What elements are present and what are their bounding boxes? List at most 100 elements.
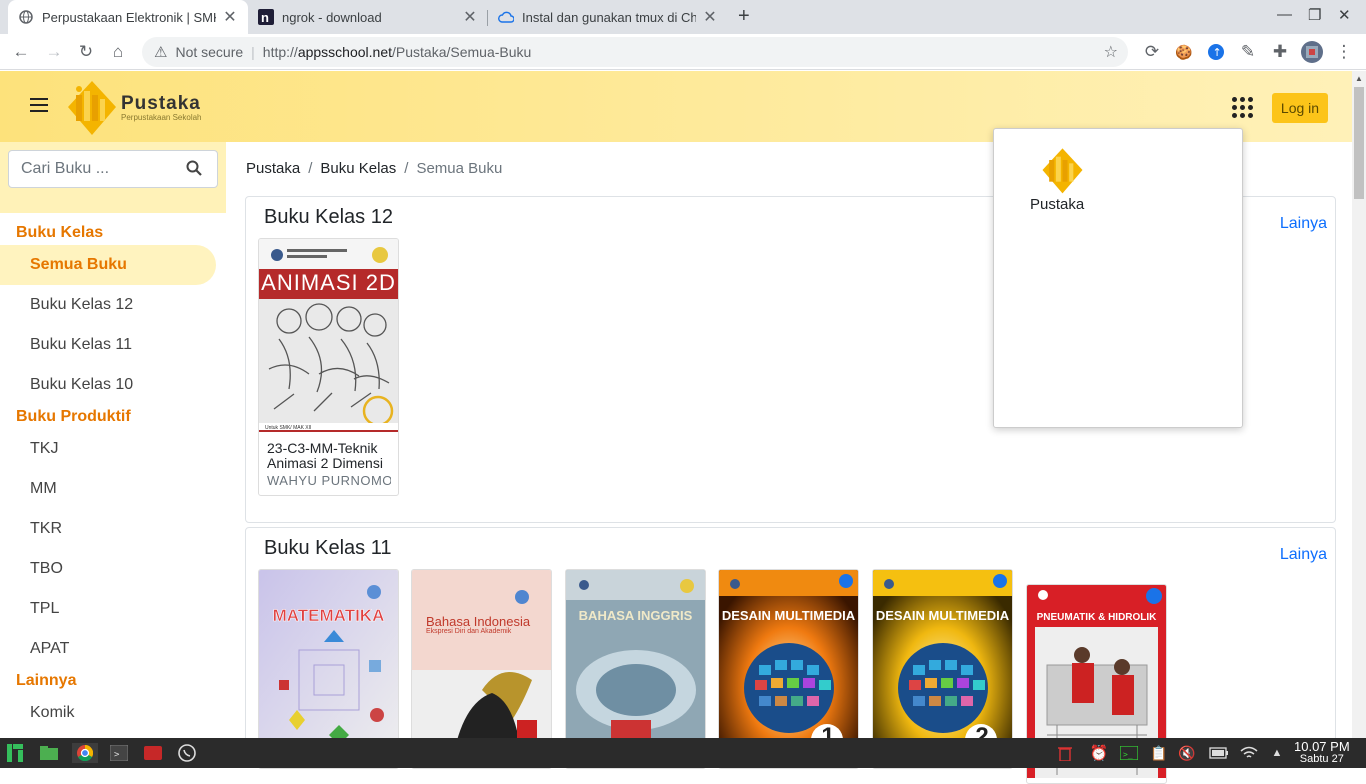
battery-icon[interactable]	[1208, 743, 1230, 763]
extension-blue-icon[interactable]: ↑	[1204, 40, 1228, 64]
sidebar: Cari Buku ... Buku Kelas Semua Buku Buku…	[0, 142, 226, 738]
search-icon[interactable]	[186, 160, 202, 181]
sidebar-item-buku-kelas-11[interactable]: Buku Kelas 11	[30, 336, 132, 354]
sidebar-item-semua-buku[interactable]: Semua Buku	[30, 256, 127, 274]
browser-tab-ngrok[interactable]: n ngrok - download ✕	[248, 0, 488, 34]
book-cover-title: DESAIN MULTIMEDIA	[721, 608, 856, 623]
cookie-icon[interactable]: 🍪	[1172, 40, 1196, 64]
clock-time: 10.07 PM	[1294, 739, 1350, 754]
apps-grid-icon[interactable]	[1232, 97, 1253, 118]
browser-tab-pustaka[interactable]: Perpustakaan Elektronik | SMK ✕	[8, 0, 248, 34]
security-label: Not secure	[175, 44, 244, 60]
sidebar-item-komik[interactable]: Komik	[30, 704, 74, 722]
taskbar-clock[interactable]: 10.07 PM Sabtu 27	[1294, 739, 1350, 765]
new-tab-button[interactable]: +	[738, 5, 750, 28]
menu-kebab-icon[interactable]: ⋮	[1332, 40, 1356, 64]
sidebar-search-area: Cari Buku ...	[0, 142, 226, 213]
eyedropper-icon[interactable]: ✎	[1236, 40, 1260, 64]
close-window-icon[interactable]: ✕	[1338, 6, 1351, 24]
pustaka-app-icon[interactable]	[1034, 145, 1086, 200]
wifi-icon[interactable]	[1238, 743, 1260, 763]
pustaka-logo[interactable]	[58, 77, 120, 137]
minimize-icon[interactable]: —	[1277, 6, 1292, 23]
sidebar-section-buku-kelas: Buku Kelas	[16, 224, 104, 241]
book-cover-title: PNEUMATIK & HIDROLIK	[1036, 612, 1157, 623]
apps-menu-item-pustaka[interactable]: Pustaka	[1030, 196, 1084, 213]
extensions-puzzle-icon[interactable]: ✚	[1268, 40, 1292, 64]
warning-icon[interactable]: ⚠	[154, 43, 167, 61]
globe-icon	[18, 9, 34, 25]
reload-icon[interactable]: ↻	[74, 40, 98, 64]
app-red-icon[interactable]	[142, 743, 164, 763]
sidebar-item-buku-kelas-12[interactable]: Buku Kelas 12	[30, 296, 133, 314]
book-cover[interactable]: BAHASA INGGRIS	[566, 570, 705, 763]
breadcrumb: Pustaka / Buku Kelas / Semua Buku	[246, 160, 503, 177]
book-card[interactable]: Untuk SMK/ MAK XII ANIMASI 2D 23-C3-MM-T…	[258, 238, 399, 496]
extension-sync-icon[interactable]: ⟳	[1140, 40, 1164, 64]
close-tab-icon[interactable]: ✕	[702, 7, 718, 27]
hamburger-menu-icon[interactable]	[30, 98, 48, 116]
login-button[interactable]: Log in	[1272, 93, 1328, 123]
cloud-icon	[498, 9, 514, 25]
clock-date: Sabtu 27	[1299, 753, 1344, 765]
forward-icon[interactable]: →	[42, 40, 66, 64]
breadcrumb-pustaka[interactable]: Pustaka	[246, 160, 300, 177]
alarm-icon[interactable]: ⏰	[1088, 743, 1110, 763]
chrome-taskbar-icon[interactable]	[72, 743, 98, 763]
svg-text:n: n	[261, 10, 269, 25]
tab-title: Instal dan gunakan tmux di Chr	[522, 9, 696, 25]
more-link[interactable]: Lainya	[1280, 215, 1327, 233]
book-cover-title: BAHASA INGGRIS	[578, 608, 693, 623]
book-cover[interactable]: Untuk SMK/ MAK XII ANIMASI 2D	[259, 239, 398, 432]
terminal-tray-icon[interactable]: >_	[1118, 743, 1140, 763]
clipboard-icon[interactable]: 📋	[1148, 743, 1170, 763]
more-link[interactable]: Lainya	[1280, 546, 1327, 564]
close-tab-icon[interactable]: ✕	[222, 7, 238, 27]
tray-expand-icon[interactable]: ▲	[1266, 743, 1288, 763]
sidebar-item-tpl[interactable]: TPL	[30, 600, 59, 618]
page-scrollbar[interactable]: ▲	[1352, 71, 1366, 738]
volume-muted-icon[interactable]: 🔇	[1176, 743, 1198, 763]
start-menu-icon[interactable]	[4, 743, 26, 763]
sidebar-item-tkj[interactable]: TKJ	[30, 440, 58, 458]
section-title: Buku Kelas 11	[264, 537, 392, 559]
profile-avatar[interactable]	[1300, 40, 1324, 64]
ngrok-icon: n	[258, 9, 274, 25]
book-cover[interactable]: DESAIN MULTIMEDIA 2	[873, 570, 1012, 763]
trash-icon[interactable]	[1054, 743, 1076, 763]
sidebar-item-tbo[interactable]: TBO	[30, 560, 63, 578]
url-path: /Pustaka/Semua-Buku	[392, 44, 532, 60]
scroll-up-icon[interactable]: ▲	[1355, 74, 1363, 83]
sidebar-item-buku-kelas-10[interactable]: Buku Kelas 10	[30, 376, 133, 394]
svg-text:Untuk SMK/ MAK XII: Untuk SMK/ MAK XII	[265, 425, 311, 431]
site-brand[interactable]: Pustaka	[121, 93, 201, 115]
close-tab-icon[interactable]: ✕	[462, 7, 478, 27]
address-bar[interactable]: ⚠ Not secure | http://appsschool.net/Pus…	[142, 37, 1128, 67]
breadcrumb-buku-kelas[interactable]: Buku Kelas	[320, 160, 396, 177]
scrollbar-thumb[interactable]	[1354, 87, 1364, 199]
browser-toolbar: ← → ↻ ⌂ ⚠ Not secure | http://appsschool…	[0, 34, 1366, 70]
back-icon[interactable]: ←	[9, 40, 33, 64]
file-manager-icon[interactable]	[38, 743, 60, 763]
sidebar-item-tkr[interactable]: TKR	[30, 520, 62, 538]
book-cover-title: ANIMASI 2D	[261, 270, 396, 295]
maximize-icon[interactable]: ❐	[1308, 6, 1321, 24]
tab-title: ngrok - download	[282, 9, 382, 25]
breadcrumb-current: Semua Buku	[416, 160, 503, 177]
section-title: Buku Kelas 12	[264, 206, 393, 228]
bookmark-star-icon[interactable]: ☆	[1104, 42, 1118, 62]
svg-text:↑: ↑	[1213, 46, 1222, 59]
book-cover[interactable]: Bahasa Indonesia Ekspresi Diri dan Akade…	[412, 570, 551, 763]
home-icon[interactable]: ⌂	[106, 40, 130, 64]
whatsapp-icon[interactable]	[176, 743, 198, 763]
book-cover-title: Bahasa Indonesia	[426, 614, 531, 629]
book-cover[interactable]: MATEMATIKA	[259, 570, 398, 763]
terminal-icon[interactable]: >	[108, 743, 130, 763]
book-title[interactable]: 23-C3-MM-Teknik Animasi 2 Dimensi	[267, 441, 391, 471]
book-cover[interactable]: DESAIN MULTIMEDIA 1	[719, 570, 858, 763]
browser-tab-tmux[interactable]: Instal dan gunakan tmux di Chr ✕	[488, 0, 728, 34]
apps-dropdown-menu: Pustaka	[993, 128, 1243, 428]
sidebar-item-apat[interactable]: APAT	[30, 640, 69, 658]
url-scheme: http://	[262, 44, 298, 60]
sidebar-item-mm[interactable]: MM	[30, 480, 57, 498]
